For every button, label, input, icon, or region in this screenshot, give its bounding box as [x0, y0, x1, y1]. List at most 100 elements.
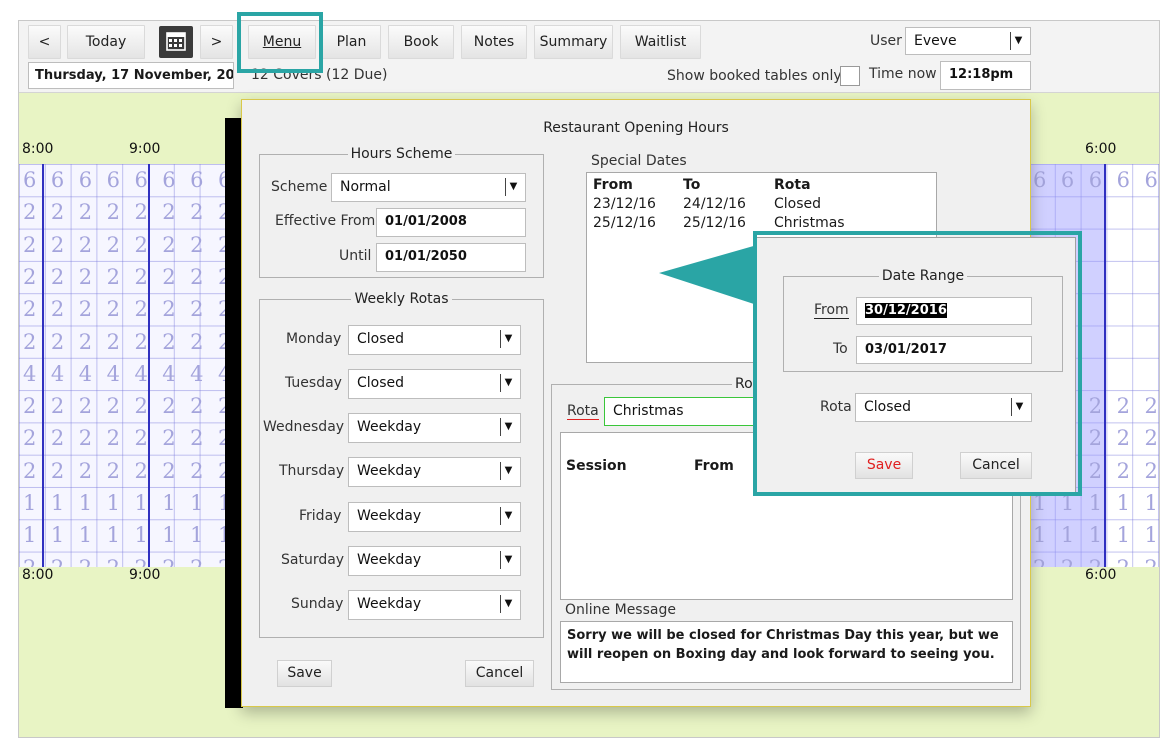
online-message-textarea[interactable]: Sorry we will be closed for Christmas Da…	[560, 621, 1013, 683]
scheme-select[interactable]: Normal ▼	[331, 173, 526, 202]
grid-row: 2222222222	[23, 426, 234, 451]
tuesday-rota-value: Closed	[357, 375, 405, 391]
date-field[interactable]: Thursday, 17 November, 2016	[28, 62, 234, 89]
wednesday-rota-select[interactable]: Weekday ▼	[348, 413, 521, 443]
grid-row: 2222222222	[23, 200, 234, 225]
summary-button[interactable]: Summary	[534, 25, 613, 59]
tuesday-rota-select[interactable]: Closed ▼	[348, 369, 521, 399]
weekly-rotas-legend: Weekly Rotas	[354, 291, 449, 307]
scheme-label: Scheme	[271, 179, 328, 195]
effective-from-input[interactable]: 01/01/2008	[376, 208, 526, 237]
grid-row: 2222222222	[23, 297, 234, 322]
timeline-label-9am: 9:00	[129, 141, 161, 157]
timeline-label-6pm-bottom: 6:00	[1085, 567, 1117, 583]
saturday-rota-value: Weekday	[357, 552, 422, 568]
friday-label: Friday	[299, 508, 342, 524]
cancel-button[interactable]: Cancel	[465, 660, 534, 687]
timeline-label-6pm: 6:00	[1085, 141, 1117, 157]
until-input[interactable]: 01/01/2050	[376, 243, 526, 272]
user-select-value: Eveve	[914, 33, 957, 49]
grid-row: 1111111	[1033, 523, 1159, 548]
grid-row: 2222222	[1029, 552, 1159, 567]
user-select[interactable]: Eveve ▼	[905, 27, 1031, 55]
save-button[interactable]: Save	[277, 660, 332, 687]
notes-button[interactable]: Notes	[461, 25, 527, 59]
timeline-label-8am-bottom: 8:00	[22, 567, 54, 583]
calendar-icon[interactable]	[159, 26, 193, 58]
chevron-down-icon: ▼	[500, 595, 516, 613]
column-header-from: From	[593, 177, 633, 193]
chevron-down-icon: ▼	[500, 462, 516, 480]
table-cell[interactable]: Closed	[774, 196, 821, 212]
timeline-label-9am-bottom: 9:00	[129, 567, 161, 583]
column-header-rota: Rota	[774, 177, 811, 193]
table-cell[interactable]: Christmas	[774, 215, 845, 231]
chevron-down-icon: ▼	[500, 374, 516, 392]
friday-rota-value: Weekday	[357, 508, 422, 524]
sunday-rota-select[interactable]: Weekday ▼	[348, 590, 521, 620]
column-header-from: From	[694, 458, 734, 474]
timeline-label-8am: 8:00	[22, 141, 54, 157]
today-button[interactable]: Today	[67, 25, 145, 59]
saturday-label: Saturday	[281, 552, 345, 568]
until-label: Until	[339, 248, 372, 264]
grid-row: 4444444444	[23, 361, 234, 386]
wednesday-rota-value: Weekday	[357, 419, 422, 435]
hour-line	[42, 164, 44, 567]
grid-row: 2222222222	[19, 552, 234, 567]
schedule-grid-left[interactable]: 6666666666 2222222222 2222222222 2222222…	[19, 164, 234, 567]
popup-highlight-frame	[753, 231, 1082, 496]
next-day-button[interactable]: >	[200, 25, 233, 59]
online-message-label: Online Message	[565, 602, 676, 618]
sunday-rota-value: Weekday	[357, 596, 422, 612]
thursday-label: Thursday	[279, 463, 345, 479]
table-cell[interactable]: 23/12/16	[593, 196, 656, 212]
chevron-down-icon: ▼	[500, 507, 516, 525]
callout-arrow-icon	[659, 245, 757, 305]
tuesday-label: Tuesday	[285, 375, 342, 391]
grid-row: 6666666	[1033, 168, 1159, 192]
hour-line	[1104, 164, 1106, 567]
saturday-rota-select[interactable]: Weekday ▼	[348, 546, 521, 576]
grid-row: 6666666666	[23, 168, 234, 192]
grid-row: 1111111111	[23, 523, 234, 548]
grid-row: 2222222222	[23, 264, 234, 289]
monday-label: Monday	[286, 331, 342, 347]
sunday-label: Sunday	[291, 596, 344, 612]
table-cell[interactable]: 25/12/16	[593, 215, 656, 231]
time-now-field: 12:18pm	[940, 61, 1031, 90]
grid-row: 2222222222	[23, 394, 234, 419]
chevron-down-icon: ▼	[500, 551, 516, 569]
effective-from-label: Effective From	[275, 213, 376, 229]
plan-button[interactable]: Plan	[322, 25, 381, 59]
thursday-rota-value: Weekday	[357, 463, 422, 479]
column-header-session: Session	[566, 458, 627, 474]
book-button[interactable]: Book	[388, 25, 454, 59]
grid-row: 1111111111	[23, 491, 234, 515]
waitlist-button[interactable]: Waitlist	[620, 25, 701, 59]
user-label: User	[870, 33, 902, 49]
show-booked-label: Show booked tables only	[667, 68, 842, 84]
menu-highlight-frame	[237, 12, 323, 73]
friday-rota-select[interactable]: Weekday ▼	[348, 502, 521, 532]
monday-rota-select[interactable]: Closed ▼	[348, 325, 521, 355]
special-dates-label: Special Dates	[591, 153, 687, 169]
table-cell[interactable]: 25/12/16	[683, 215, 746, 231]
table-cell[interactable]: 24/12/16	[683, 196, 746, 212]
thursday-rota-select[interactable]: Weekday ▼	[348, 457, 521, 487]
show-booked-checkbox[interactable]	[840, 66, 860, 86]
prev-day-button[interactable]: <	[28, 25, 61, 59]
rota-label: Rota	[567, 403, 599, 420]
grid-row: 2222222222	[23, 232, 234, 257]
grid-row: 2222222222	[23, 458, 234, 483]
hour-line	[148, 164, 150, 567]
chevron-down-icon: ▼	[500, 330, 516, 348]
column-header-to: To	[683, 177, 701, 193]
time-now-label: Time now	[869, 66, 937, 82]
scheme-select-value: Normal	[340, 179, 391, 195]
dialog-title: Restaurant Opening Hours	[543, 120, 729, 136]
grid-row: 2222222222	[23, 329, 234, 354]
chevron-down-icon: ▼	[1010, 32, 1026, 50]
hours-scheme-legend: Hours Scheme	[350, 146, 453, 162]
toolbar: < Today > Menu Plan Book Notes Summary W…	[19, 21, 1159, 93]
